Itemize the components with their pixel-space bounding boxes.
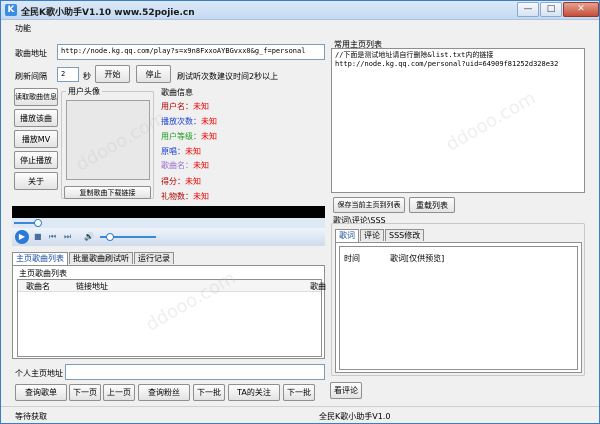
window-title: 全民K歌小助手V1.10 www.52pojie.cn — [21, 8, 195, 18]
personal-home-label: 个人主页地址 — [15, 369, 63, 378]
song-address-label: 歌曲地址 — [15, 49, 47, 58]
info-song-name: 歌曲名：未知 — [161, 160, 209, 171]
read-song-info-button[interactable]: 读取歌曲信息 — [14, 88, 58, 106]
info-gift-count: 礼物数：未知 — [161, 191, 209, 202]
ta-follows-button[interactable]: TA的关注 — [228, 384, 280, 401]
player-controls: ▶ ■ ⏮ ⏭ 🔊 — [12, 228, 325, 246]
menu-bar: 功能 — [1, 21, 599, 35]
col-link-address[interactable]: 链接地址 — [76, 281, 108, 292]
tab-run-log[interactable]: 运行记录 — [134, 252, 174, 264]
prev-page-button[interactable]: 上一页 — [103, 384, 135, 401]
volume-icon[interactable]: 🔊 — [84, 232, 94, 241]
info-original-singer: 原唱：未知 — [161, 146, 201, 157]
minimize-button[interactable]: — — [517, 2, 539, 17]
song-info-label: 歌曲信息 — [161, 88, 193, 97]
play-song-button[interactable]: 播放该曲 — [14, 109, 58, 127]
info-user-level-key: 用户等级： — [161, 132, 201, 141]
lyrics-table-header: 时间 歌词[仅供预览] — [340, 247, 577, 263]
common-pages-textarea[interactable]: //下面是测试地址请自行删除&list.txt内的链接 http://node.… — [331, 48, 585, 193]
menu-function[interactable]: 功能 — [15, 23, 31, 34]
query-playlist-button[interactable]: 查询歌单 — [15, 384, 67, 401]
personal-home-input[interactable] — [65, 364, 325, 380]
play-icon[interactable]: ▶ — [15, 230, 29, 244]
user-avatar — [66, 100, 150, 180]
lyrics-tab-bar: 歌词 评论 SSS修改 — [335, 229, 425, 242]
col-time[interactable]: 时间 — [344, 253, 360, 264]
tab-home-song-list[interactable]: 主页歌曲列表 — [12, 252, 68, 265]
table-header: 歌曲名 链接地址 歌曲 — [18, 280, 326, 292]
home-song-table[interactable]: 歌曲名 链接地址 歌曲 — [17, 279, 326, 357]
app-icon: K — [5, 4, 17, 16]
user-avatar-group: 用户头像 复制歌曲下载链接 — [61, 86, 154, 199]
col-song-name[interactable]: 歌曲名 — [26, 281, 50, 292]
info-original-singer-key: 原唱： — [161, 147, 185, 156]
tab-sss-edit[interactable]: SSS修改 — [385, 229, 425, 241]
home-song-list-panel: 主页歌曲列表 歌曲名 链接地址 歌曲 — [12, 265, 326, 359]
next-batch-follows-button[interactable]: 下一批 — [283, 384, 315, 401]
info-score-key: 得分： — [161, 177, 185, 186]
status-app-name: 全民K歌小助手V1.0 — [319, 412, 391, 421]
info-play-count-key: 播放次数： — [161, 117, 201, 126]
lyrics-table[interactable]: 时间 歌词[仅供预览] — [339, 246, 578, 370]
volume-handle[interactable] — [106, 233, 114, 241]
info-song-name-value: 未知 — [193, 161, 209, 170]
info-play-count: 播放次数：未知 — [161, 116, 217, 127]
maximize-button[interactable]: □ — [540, 2, 562, 17]
bottom-tab-bar: 主页歌曲列表 批量歌曲刷试听 运行记录 — [12, 252, 175, 265]
next-batch-fans-button[interactable]: 下一批 — [193, 384, 225, 401]
common-pages-line-1: //下面是测试地址请自行删除&list.txt内的链接 — [335, 51, 494, 59]
save-current-home-button[interactable]: 保存当前主页到列表 — [333, 197, 405, 213]
lyrics-panel: 时间 歌词[仅供预览] — [335, 242, 582, 373]
song-address-input[interactable]: http://node.kg.qq.com/play?s=x9n8FxxoAYB… — [57, 44, 325, 60]
video-area — [12, 206, 325, 218]
view-comments-button[interactable]: 看评论 — [330, 382, 362, 399]
user-avatar-label: 用户头像 — [66, 86, 102, 97]
seek-progress — [14, 222, 36, 224]
seek-handle[interactable] — [34, 219, 42, 227]
previous-icon[interactable]: ⏮ — [49, 232, 56, 242]
tab-lyrics[interactable]: 歌词 — [335, 229, 359, 242]
info-gift-count-value: 未知 — [193, 192, 209, 201]
info-username-value: 未知 — [193, 102, 209, 111]
info-gift-count-key: 礼物数： — [161, 192, 193, 201]
next-icon[interactable]: ⏭ — [64, 232, 71, 242]
info-song-name-key: 歌曲名： — [161, 161, 193, 170]
main-window: K 全民K歌小助手V1.10 www.52pojie.cn — □ ✕ 功能 歌… — [0, 0, 600, 424]
next-page-button[interactable]: 下一页 — [69, 384, 101, 401]
reload-list-button[interactable]: 重载列表 — [409, 197, 455, 213]
info-score: 得分：未知 — [161, 176, 201, 187]
title-bar[interactable]: K 全民K歌小助手V1.10 www.52pojie.cn — □ ✕ — [1, 1, 599, 20]
seconds-unit-label: 秒 — [83, 72, 91, 81]
status-bar: 等待获取 全民K歌小助手V1.0 — [1, 406, 599, 423]
col-song[interactable]: 歌曲 — [310, 281, 326, 292]
info-username-key: 用户名： — [161, 102, 193, 111]
tab-comments[interactable]: 评论 — [360, 229, 384, 241]
close-button[interactable]: ✕ — [563, 2, 599, 17]
tab-batch-refresh[interactable]: 批量歌曲刷试听 — [69, 252, 133, 264]
info-user-level-value: 未知 — [201, 132, 217, 141]
info-username: 用户名：未知 — [161, 101, 209, 112]
stop-button[interactable]: 停止 — [136, 65, 171, 83]
refresh-interval-input[interactable]: 2 — [57, 67, 79, 82]
stop-play-button[interactable]: 停止播放 — [14, 151, 58, 169]
info-score-value: 未知 — [185, 177, 201, 186]
info-original-singer-value: 未知 — [185, 147, 201, 156]
about-button[interactable]: 关于 — [14, 172, 58, 190]
refresh-hint: 刷试听次数建议时间2秒以上 — [177, 72, 279, 81]
media-player: ▶ ■ ⏮ ⏭ 🔊 — [12, 206, 325, 246]
stop-icon[interactable]: ■ — [34, 232, 42, 241]
col-lyrics-preview[interactable]: 歌词[仅供预览] — [390, 253, 444, 264]
seek-bar[interactable] — [12, 218, 325, 228]
info-play-count-value: 未知 — [201, 117, 217, 126]
status-text: 等待获取 — [15, 412, 47, 421]
query-fans-button[interactable]: 查询粉丝 — [138, 384, 190, 401]
refresh-interval-label: 刷新间隔 — [15, 72, 47, 81]
home-song-list-label: 主页歌曲列表 — [19, 269, 67, 278]
info-user-level: 用户等级：未知 — [161, 131, 217, 142]
play-mv-button[interactable]: 播放MV — [14, 130, 58, 148]
copy-download-link-button[interactable]: 复制歌曲下载链接 — [64, 186, 151, 199]
start-button[interactable]: 开始 — [95, 65, 130, 83]
common-pages-line-2: http://node.kg.qq.com/personal?uid=64909… — [335, 60, 559, 68]
